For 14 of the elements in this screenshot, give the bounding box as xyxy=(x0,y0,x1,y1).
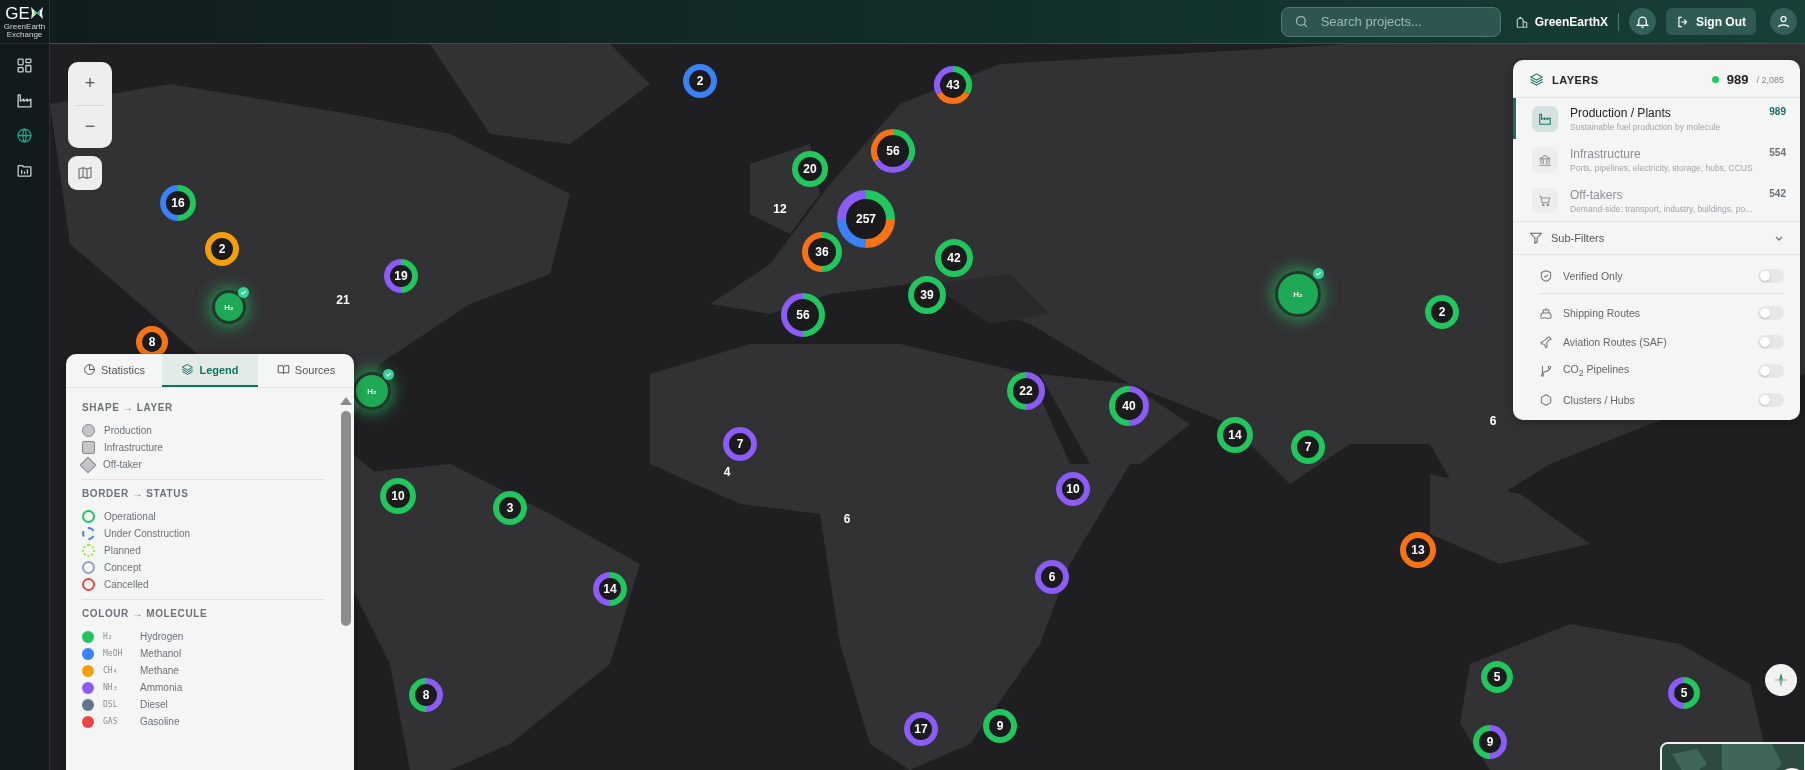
sign-out-button[interactable]: Sign Out xyxy=(1666,8,1756,35)
building-icon xyxy=(1514,14,1529,29)
butterfly-logo-icon xyxy=(29,5,44,21)
notifications-button[interactable] xyxy=(1629,8,1656,35)
search-input[interactable]: Search projects... xyxy=(1318,13,1483,30)
search-icon xyxy=(1293,14,1309,29)
user-avatar-button[interactable] xyxy=(1770,8,1797,35)
sign-out-icon xyxy=(1676,14,1690,29)
bell-icon xyxy=(1635,14,1650,29)
search-field[interactable]: Search projects... xyxy=(1280,6,1501,37)
logo-text: GE xyxy=(5,4,30,22)
logo-tagline: GreenEarth Exchange xyxy=(2,22,47,39)
organization-name: GreenEarthX xyxy=(1534,14,1608,29)
user-icon xyxy=(1776,14,1791,29)
